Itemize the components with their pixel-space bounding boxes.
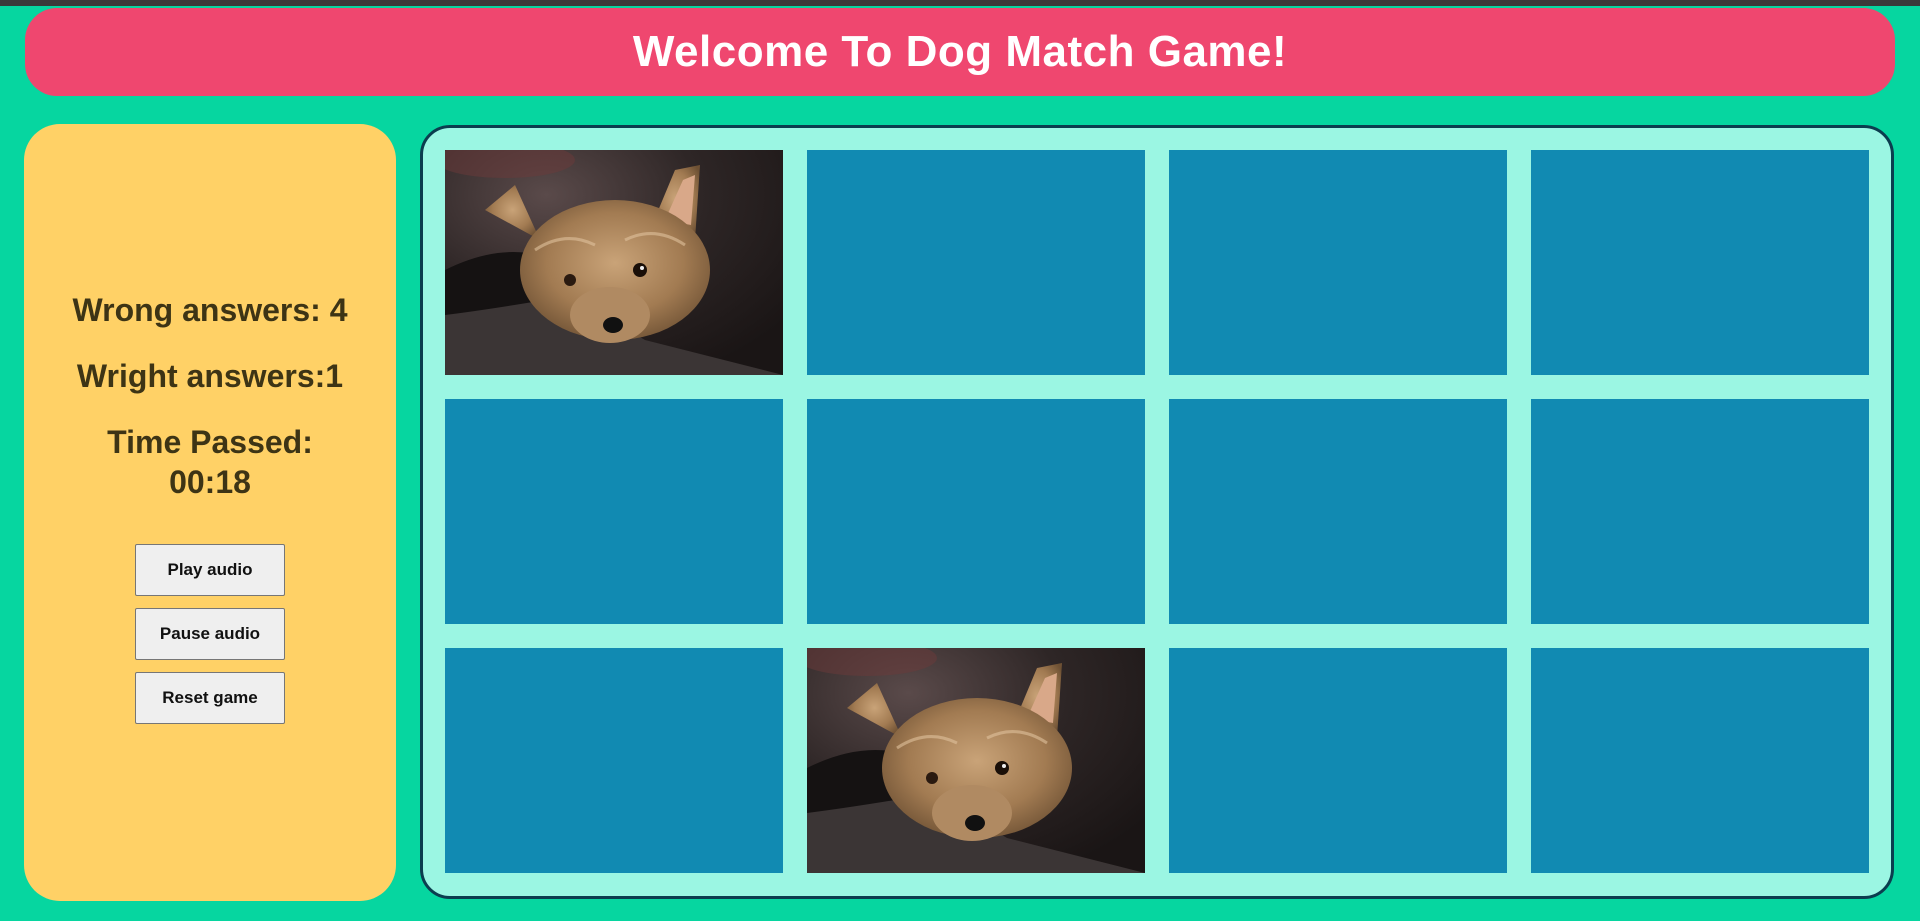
score-panel: Wrong answers: 4 Wright answers:1 Time P… [24,124,396,901]
time-passed-value: 00:18 [169,463,251,500]
card-revealed[interactable] [445,150,783,375]
play-audio-button[interactable]: Play audio [135,543,285,596]
dog-photo [445,150,783,375]
card-revealed[interactable] [807,648,1145,873]
card-hidden[interactable] [807,150,1145,375]
card-hidden[interactable] [1531,399,1869,624]
dog-photo [807,648,1145,873]
card-hidden[interactable] [807,399,1145,624]
reset-game-button[interactable]: Reset game [135,671,285,724]
window-top-bar [0,0,1920,6]
time-passed-label: Time Passed: [107,423,313,460]
card-hidden[interactable] [1169,648,1507,873]
card-hidden[interactable] [1169,399,1507,624]
card-hidden[interactable] [1531,648,1869,873]
game-header: Welcome To Dog Match Game! [25,8,1895,96]
card-grid [445,150,1869,873]
right-answers-counter: Wright answers:1 [76,357,344,394]
card-hidden[interactable] [445,399,783,624]
card-hidden[interactable] [1169,150,1507,375]
game-board [420,125,1894,899]
wrong-answers-counter: Wrong answers: 4 [72,291,348,328]
page-title: Welcome To Dog Match Game! [632,27,1288,76]
card-hidden[interactable] [445,648,783,873]
pause-audio-button[interactable]: Pause audio [135,607,285,660]
time-passed: Time Passed: 00:18 [107,422,313,502]
card-hidden[interactable] [1531,150,1869,375]
